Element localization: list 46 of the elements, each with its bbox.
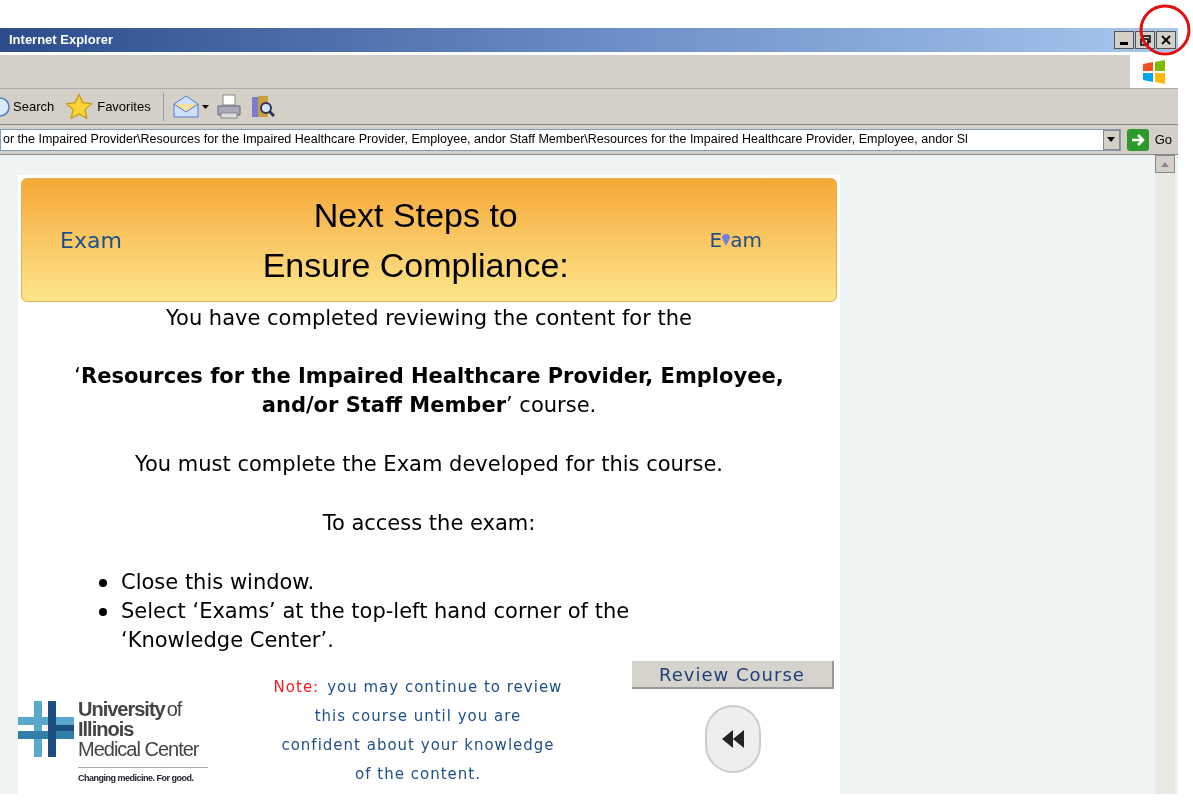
globe-icon [0, 95, 10, 118]
note-text: confident about your knowledge [281, 735, 555, 756]
exam-label: am [730, 227, 762, 254]
toolbar-button[interactable]: Favorites [64, 91, 155, 122]
window-title: Internet Explorer [9, 31, 114, 50]
pin-icon [722, 234, 731, 246]
paragraph: To access the exam: [322, 510, 536, 537]
envelope-icon [171, 93, 200, 120]
exam-label: Exam [60, 226, 122, 255]
caret-icon [201, 104, 209, 109]
mail-button[interactable] [171, 93, 209, 120]
toolbar-button[interactable]: Search [0, 95, 59, 118]
close-button[interactable] [1156, 31, 1176, 49]
go-button[interactable]: Go [1126, 128, 1172, 151]
bullet-icon [99, 579, 107, 587]
note-text: of the content. [355, 764, 481, 785]
logo-icon [18, 701, 74, 757]
paragraph: You must complete the Exam developed for this course. [134, 451, 723, 478]
note-text: this course until you are [314, 706, 522, 727]
list-item: Close this window. [121, 569, 316, 596]
restore-icon [1139, 34, 1151, 46]
rewind-icon [722, 730, 744, 748]
windows-flag-icon [1141, 59, 1167, 84]
exam-label: E [709, 227, 723, 254]
logo-text: Illinois [78, 719, 134, 739]
up-arrow-icon [1161, 161, 1169, 167]
note-text: you may continue to review [327, 677, 563, 698]
banner-title: Next Steps to [313, 195, 518, 236]
paragraph: You have completed reviewing the content for the [166, 305, 692, 332]
review-course-button[interactable]: Review Course [632, 661, 834, 689]
banner-title: Ensure Compliance: [262, 245, 569, 286]
bullet-icon [99, 608, 107, 616]
printer-icon [214, 92, 243, 121]
rewind-button[interactable] [705, 705, 761, 773]
logo-tagline: Changing medicine. For good. [78, 767, 208, 786]
paragraph: ‘Resources for the Impaired Healthcare Provider, Employee, and/or Staff Member’ course. [73, 363, 785, 419]
note-label: Note: [273, 677, 320, 698]
list-item: Select ‘Exams’ at the top-left hand corner of the ‘Knowledge Center’. [121, 598, 631, 654]
print-button[interactable] [214, 92, 243, 121]
annotation-circle [1139, 4, 1191, 56]
close-icon [1161, 35, 1171, 45]
minimize-button[interactable] [1114, 31, 1134, 49]
star-icon [64, 91, 95, 122]
minimize-icon [1120, 42, 1128, 45]
logo-text: of [166, 699, 182, 719]
logo-text: Medical Center [78, 739, 199, 759]
